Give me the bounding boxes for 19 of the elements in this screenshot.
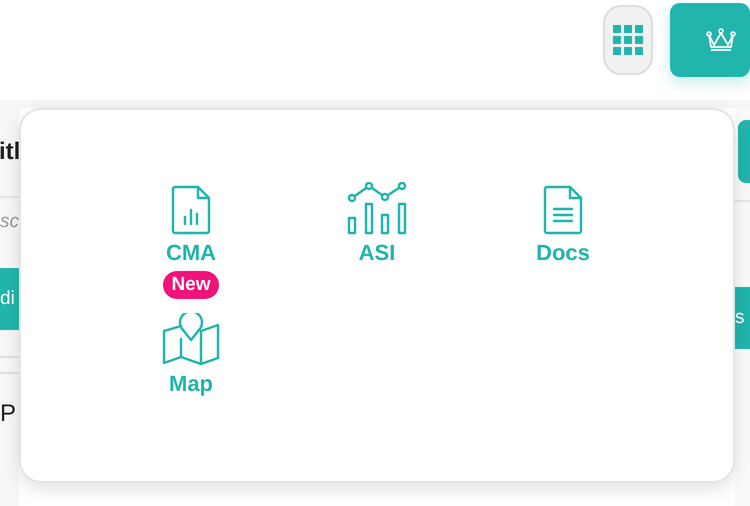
app-item[interactable]: Map (98, 313, 284, 397)
report-chart-icon (171, 184, 211, 236)
bar-chart-icon (347, 182, 407, 236)
action-button[interactable] (738, 120, 750, 183)
hint-text: sc (0, 211, 19, 233)
heading-text: itl (0, 138, 19, 166)
document-icon (543, 184, 583, 236)
apps-button[interactable] (603, 5, 653, 75)
premium-button[interactable] (670, 3, 750, 77)
action-bar[interactable]: di (0, 268, 19, 330)
map-pin-icon (161, 313, 221, 367)
crown-icon (706, 27, 736, 53)
app-item[interactable]: ASI (284, 182, 470, 266)
app-item[interactable]: Docs (470, 182, 656, 266)
app-item[interactable]: CMA New (98, 182, 284, 299)
new-badge: New (163, 271, 219, 299)
body-text: P (0, 400, 16, 428)
action-bar[interactable]: s (735, 287, 750, 349)
grid-icon (612, 24, 644, 56)
